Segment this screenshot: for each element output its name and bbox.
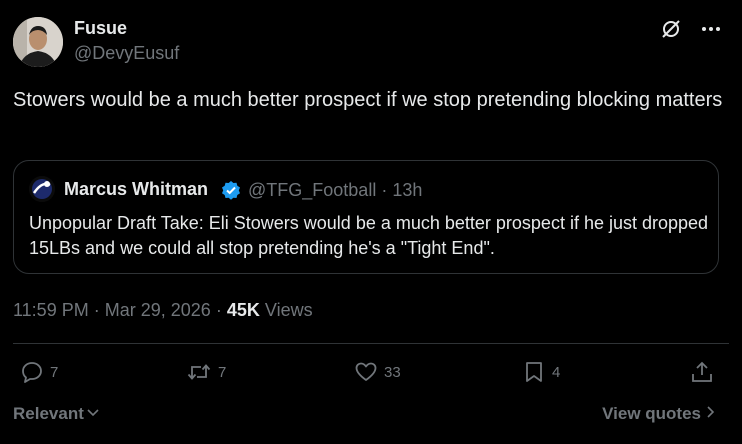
like-button[interactable]: 33 [354,360,401,384]
reply-icon [20,360,44,384]
reply-count: 7 [50,363,59,381]
quoted-tweet[interactable]: Marcus Whitman @TFG_Football · 13h Unpop… [13,160,719,274]
repost-icon [186,360,212,384]
repost-button[interactable]: 7 [186,360,226,384]
meta-separator-2: · [215,300,222,320]
like-icon [354,360,378,384]
divider [13,343,729,344]
sort-label: Relevant [13,404,84,423]
quoted-name[interactable]: Marcus Whitman [64,179,208,200]
quoted-avatar[interactable] [29,176,55,202]
sort-replies-dropdown[interactable]: Relevant [13,404,100,424]
action-bar: 7 7 33 4 [0,360,742,392]
tweet-date[interactable]: Mar 29, 2026 [105,300,211,320]
tweet-timestamp: 11:59 PM · Mar 29, 2026 · 45K Views [13,300,313,321]
quoted-separator: · [381,180,388,200]
tweet-time[interactable]: 11:59 PM [13,300,89,320]
views-label: Views [264,300,313,320]
share-icon [690,360,714,384]
bookmark-button[interactable]: 4 [522,360,560,384]
tweet-top-actions [660,18,722,40]
like-count: 33 [384,363,401,381]
quoted-text: Unpopular Draft Take: Eli Stowers would … [29,213,709,258]
view-quotes-label: View quotes [602,404,701,423]
author-name[interactable]: Fusue [74,18,127,39]
chevron-right-icon [705,404,717,424]
reply-button[interactable]: 7 [20,360,58,384]
tweet-text: Stowers would be a much better prospect … [13,89,723,111]
no-grok-icon[interactable] [660,18,682,40]
repost-count: 7 [218,363,227,381]
meta-separator: · [93,300,100,320]
bookmark-count: 4 [552,363,561,381]
quoted-handle[interactable]: @TFG_Football [248,180,376,200]
quoted-age[interactable]: 13h [392,180,422,200]
share-button[interactable] [690,360,714,384]
bookmark-icon [522,360,546,384]
author-avatar[interactable] [13,17,63,67]
views-count: 45K [226,300,260,320]
view-quotes-link[interactable]: View quotes [602,404,717,424]
author-handle[interactable]: @DevyEusuf [74,43,179,64]
quoted-meta: @TFG_Football · 13h [248,180,422,201]
verified-badge-icon [221,180,241,205]
chevron-down-icon [86,404,100,424]
more-icon[interactable] [700,18,722,40]
